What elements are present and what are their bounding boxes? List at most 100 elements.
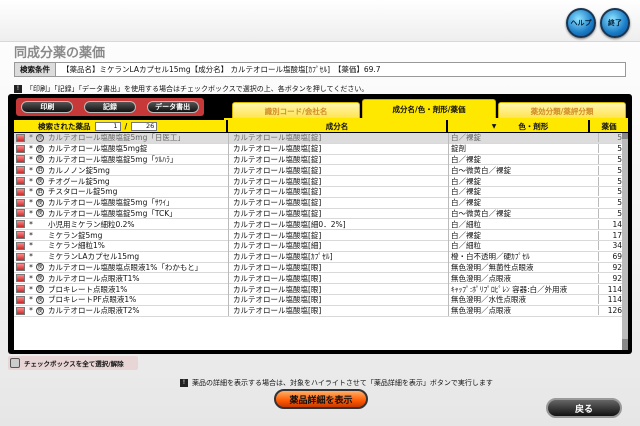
- row-checkbox[interactable]: [16, 306, 25, 315]
- column-header-price[interactable]: 薬価: [590, 120, 628, 132]
- table-row[interactable]: * 後カルテオロール塩酸塩錠5mg「TCK」 カルテオロール塩酸塩[錠] 白～微黄白／…: [14, 207, 628, 220]
- row-checkbox[interactable]: [16, 187, 25, 196]
- column-header-label: 色・剤形: [518, 121, 549, 131]
- row-ingredient: カルテオロール塩酸塩[細0．2%]: [228, 218, 448, 230]
- table-row[interactable]: * ミケランLAカプセル15mg カルテオロール塩酸塩[ｶﾌﾟｾﾙ] 橙・白不透明／硬…: [14, 251, 628, 263]
- current-index-field[interactable]: 1: [94, 121, 121, 131]
- table-row[interactable]: *旧カルノノン錠5mgカルテオロール塩酸塩[錠]白～微黄白／裸錠5.60: [14, 164, 628, 177]
- table-row[interactable]: *後カルテオロール点眼液T2%カルテオロール塩酸塩[眼]無色澄明／点眼液126.…: [14, 305, 628, 317]
- table-row[interactable]: *旧チスタロール錠5mgカルテオロール塩酸塩[錠]白／裸錠5.60: [14, 186, 628, 198]
- row-ingredient: カルテオロール塩酸塩[眼]: [228, 261, 448, 273]
- column-header-form[interactable]: ▼ 色・剤形: [448, 120, 588, 132]
- table-row[interactable]: *後カルテオロール塩酸塩錠5mg「ﾂﾙﾊﾗ」カルテオロール塩酸塩[錠]白／裸錠5…: [14, 154, 628, 166]
- help-button[interactable]: ヘルプ: [566, 8, 596, 38]
- row-checkbox[interactable]: [16, 263, 25, 272]
- row-checkbox[interactable]: [16, 133, 25, 142]
- row-ingredient: カルテオロール塩酸塩[眼]: [228, 283, 448, 295]
- generic-badge-icon: 後: [36, 295, 44, 304]
- notice-icon: !: [180, 379, 188, 387]
- row-form: 白／裸錠: [448, 175, 598, 187]
- column-header-label: 薬価: [601, 121, 617, 131]
- row-checkbox[interactable]: [16, 155, 25, 164]
- row-checkbox[interactable]: [16, 285, 25, 294]
- row-checkbox[interactable]: [16, 166, 25, 175]
- app-window: ヘルプ 終了 同成分薬の薬価 検索条件 【薬品名】ミケランLAカプセル15mg【…: [0, 0, 640, 426]
- scrollbar-thumb[interactable]: [622, 139, 628, 339]
- table-row[interactable]: *小児用ミケラン細粒0.2%カルテオロール塩酸塩[細0．2%]白／細粒14.30: [14, 218, 628, 231]
- row-form: ｷｬｯﾌﾟ:ﾎﾟﾘﾌﾟﾛﾋﾟﾚﾝ 容器:白／外用液: [448, 283, 598, 295]
- row-checkbox[interactable]: [16, 198, 25, 207]
- row-checkbox[interactable]: [16, 274, 25, 283]
- tab-ingredient-form-price[interactable]: 成分名/色・剤形/薬価: [362, 99, 496, 119]
- row-drug-name: カルテオロール塩酸塩点眼液1%「わかもと」: [48, 262, 203, 272]
- table-row[interactable]: *後カルテオロール塩酸塩錠5mg「ｻﾜｲ」カルテオロール塩酸塩[錠]白／裸錠5.…: [14, 197, 628, 209]
- row-checkbox[interactable]: [16, 209, 25, 218]
- row-drug-name: 小児用ミケラン細粒0.2%: [48, 219, 135, 229]
- row-ingredient: カルテオロール塩酸塩[錠]: [228, 164, 448, 176]
- show-drug-detail-button[interactable]: 薬品詳細を表示: [274, 389, 368, 409]
- row-badge: 後: [34, 274, 46, 283]
- row-badge: 後: [34, 209, 46, 218]
- column-header-ingredient[interactable]: 成分名: [228, 120, 446, 132]
- row-checkbox[interactable]: [16, 231, 25, 240]
- row-checkbox[interactable]: [16, 241, 25, 250]
- table-row[interactable]: *後チオグール錠5mgカルテオロール塩酸塩[錠]白／裸錠5.60: [14, 175, 628, 187]
- row-checkbox[interactable]: [16, 252, 25, 261]
- column-header-label: 成分名: [325, 121, 349, 131]
- generic-badge-icon: 後: [36, 306, 44, 315]
- row-badge: 後: [34, 155, 46, 164]
- tab-code-company[interactable]: 識別コード/会社名: [232, 102, 360, 119]
- row-ingredient: カルテオロール塩酸塩[錠]: [228, 229, 448, 241]
- row-star-marker: *: [29, 252, 33, 262]
- generic-badge-icon: 後: [36, 274, 44, 283]
- table-row[interactable]: * 後ブロキレート点眼液1% カルテオロール塩酸塩[眼] ｷｬｯﾌﾟ:ﾎﾟﾘﾌﾟﾛﾋﾟ…: [14, 283, 628, 295]
- table-row[interactable]: *後カルテオロール塩酸塩錠5mg「日医工」カルテオロール塩酸塩[錠]白／裸錠5.…: [14, 133, 628, 144]
- table-row[interactable]: * 後ブロキレートPF点眼液1% カルテオロール塩酸塩[眼] 無色澄明／水性点眼液 11…: [14, 294, 628, 306]
- row-form: 白／裸錠: [448, 197, 598, 209]
- row-ingredient: カルテオロール塩酸塩[錠]: [228, 133, 448, 144]
- generic-badge-icon: 後: [36, 198, 44, 207]
- search-condition-bar: 検索条件 【薬品名】ミケランLAカプセル15mg【成分名】 カルテオロール塩酸塩…: [14, 62, 626, 77]
- row-ingredient: カルテオロール塩酸塩[眼]: [228, 305, 448, 317]
- print-button[interactable]: 印刷: [21, 101, 74, 113]
- column-header-drug-name[interactable]: 検索された薬品 1 / 26: [14, 120, 226, 132]
- row-checkbox[interactable]: [16, 177, 25, 186]
- detail-footnote: ! 薬品の詳細を表示する場合は、対象をハイライトさせて「薬品詳細を表示」ボタンで…: [180, 378, 493, 388]
- table-row[interactable]: * 後カルテオロール塩酸塩点眼液1%「わかもと」 カルテオロール塩酸塩[眼] 無色澄明…: [14, 261, 628, 274]
- generic-badge-icon: 後: [36, 285, 44, 294]
- row-badge: 後: [34, 263, 46, 272]
- table-row[interactable]: *後カルテオロール点眼液T1%カルテオロール塩酸塩[眼]無色澄明／点眼液92.1…: [14, 272, 628, 285]
- row-drug-name: カルテオロール点眼液T2%: [48, 306, 140, 316]
- row-drug-name: カルテオロール点眼液T1%: [48, 273, 140, 283]
- row-drug-name: カルノノン錠5mg: [48, 165, 110, 175]
- tab-efficacy-class[interactable]: 薬効分類/薬評分類: [498, 102, 626, 119]
- row-ingredient: カルテオロール塩酸塩[眼]: [228, 294, 448, 306]
- row-checkbox[interactable]: [16, 144, 25, 153]
- row-drug-name: ミケラン錠5mg: [48, 230, 103, 240]
- row-form: 無色澄明／水性点眼液: [448, 294, 598, 306]
- generic-badge-icon: 旧: [36, 166, 44, 175]
- row-form: 無色澄明／点眼液: [448, 272, 598, 284]
- row-ingredient: カルテオロール塩酸塩[錠]: [228, 175, 448, 187]
- row-form: 白／裸錠: [448, 154, 598, 165]
- table-row[interactable]: *ミケラン細粒1%カルテオロール塩酸塩[細]白／細粒34.10: [14, 240, 628, 252]
- export-data-button[interactable]: データ書出: [146, 101, 199, 113]
- row-form: 無色澄明／点眼液: [448, 305, 598, 317]
- exit-button[interactable]: 終了: [600, 8, 630, 38]
- row-drug-name: カルテオロール塩酸塩錠5mg「日医工」: [48, 133, 185, 143]
- row-ingredient: カルテオロール塩酸塩[錠]: [228, 154, 448, 165]
- table-row[interactable]: *ミケラン錠5mgカルテオロール塩酸塩[錠]白／裸錠17.30: [14, 229, 628, 241]
- select-all-toggle[interactable]: チェックボックスを全て選択/解除: [8, 356, 138, 370]
- row-drug-name: カルテオロール塩酸塩錠5mg「ｻﾜｲ」: [48, 198, 174, 208]
- top-ribbon: [0, 0, 640, 42]
- row-form: 白／裸錠: [448, 133, 598, 144]
- row-checkbox[interactable]: [16, 295, 25, 304]
- list-scrollbar[interactable]: [622, 133, 628, 350]
- generic-badge-icon: 後: [36, 144, 44, 153]
- record-button[interactable]: 記録: [83, 101, 136, 113]
- instruction-notice: ! 「印刷」「記録」「データ書出」を使用する場合はチェックボックスで選択の上、各…: [14, 84, 368, 94]
- row-checkbox[interactable]: [16, 220, 25, 229]
- back-button[interactable]: 戻る: [546, 398, 622, 418]
- table-row[interactable]: *後カルテオロール塩酸塩5mg錠カルテオロール塩酸塩[錠]錠剤5.60: [14, 143, 628, 155]
- row-star-marker: *: [29, 219, 33, 229]
